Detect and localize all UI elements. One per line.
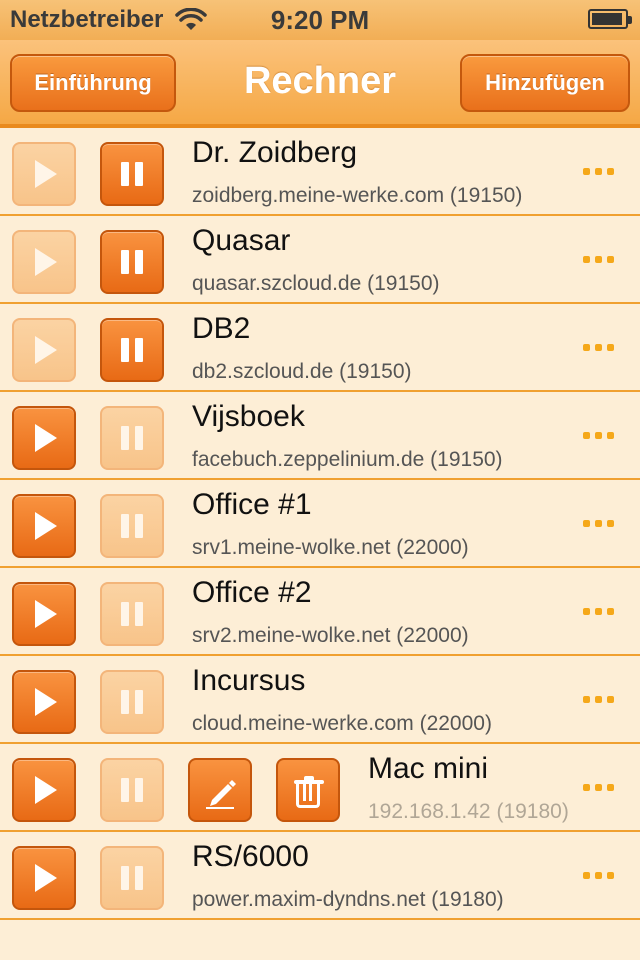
computer-name: Vijsboek — [192, 400, 305, 433]
pause-button[interactable] — [100, 758, 164, 822]
list-item[interactable]: Office #2 srv2.meine-wolke.net (22000) — [0, 568, 640, 656]
play-button[interactable] — [12, 670, 76, 734]
pause-icon — [121, 162, 143, 186]
computer-name: Mac mini — [368, 752, 489, 785]
play-icon — [35, 864, 57, 892]
battery-level — [592, 13, 623, 25]
ellipsis-icon[interactable] — [583, 696, 614, 703]
computer-host: 192.168.1.42 (19180) — [368, 800, 569, 823]
computer-list: Dr. Zoidberg zoidberg.meine-werke.com (19… — [0, 128, 640, 920]
play-icon — [35, 248, 57, 276]
pause-button[interactable] — [100, 582, 164, 646]
pause-icon — [121, 602, 143, 626]
ellipsis-icon[interactable] — [583, 872, 614, 879]
battery-icon — [588, 9, 632, 29]
play-button[interactable] — [12, 846, 76, 910]
play-icon — [35, 336, 57, 364]
play-icon — [35, 424, 57, 452]
computer-host: cloud.meine-werke.com (22000) — [192, 712, 492, 735]
pause-button[interactable] — [100, 230, 164, 294]
pause-icon — [121, 690, 143, 714]
computer-name: Office #2 — [192, 576, 312, 609]
computer-host: zoidberg.meine-werke.com (19150) — [192, 184, 523, 207]
pause-icon — [121, 250, 143, 274]
trash-icon — [296, 780, 320, 808]
play-button[interactable] — [12, 230, 76, 294]
ellipsis-icon[interactable] — [583, 344, 614, 351]
play-icon — [35, 688, 57, 716]
ellipsis-icon[interactable] — [583, 784, 614, 791]
pause-button[interactable] — [100, 142, 164, 206]
computer-host: quasar.szcloud.de (19150) — [192, 272, 440, 295]
computer-host: srv2.meine-wolke.net (22000) — [192, 624, 469, 647]
pause-icon — [121, 778, 143, 802]
play-icon — [35, 776, 57, 804]
pencil-icon — [206, 780, 236, 809]
list-item[interactable]: Quasar quasar.szcloud.de (19150) — [0, 216, 640, 304]
ellipsis-icon[interactable] — [583, 608, 614, 615]
play-button[interactable] — [12, 142, 76, 206]
list-item[interactable]: RS/6000 power.maxim-dyndns.net (19180) — [0, 832, 640, 920]
list-item[interactable]: Mac mini 192.168.1.42 (19180) — [0, 744, 640, 832]
pause-icon — [121, 866, 143, 890]
computer-name: Quasar — [192, 224, 291, 257]
computer-host: power.maxim-dyndns.net (19180) — [192, 888, 504, 911]
list-item[interactable]: Office #1 srv1.meine-wolke.net (22000) — [0, 480, 640, 568]
list-item[interactable]: Vijsboek facebuch.zeppelinium.de (19150) — [0, 392, 640, 480]
play-button[interactable] — [12, 494, 76, 558]
computer-name: Office #1 — [192, 488, 312, 521]
computer-name: Dr. Zoidberg — [192, 136, 358, 169]
pause-button[interactable] — [100, 318, 164, 382]
pause-icon — [121, 514, 143, 538]
play-button[interactable] — [12, 406, 76, 470]
add-button[interactable]: Hinzufügen — [460, 54, 630, 112]
play-button[interactable] — [12, 582, 76, 646]
computer-name: DB2 — [192, 312, 251, 345]
computer-host: srv1.meine-wolke.net (22000) — [192, 536, 469, 559]
ellipsis-icon[interactable] — [583, 432, 614, 439]
list-item[interactable]: Dr. Zoidberg zoidberg.meine-werke.com (19… — [0, 128, 640, 216]
ellipsis-icon[interactable] — [583, 520, 614, 527]
play-button[interactable] — [12, 318, 76, 382]
edit-button[interactable] — [188, 758, 252, 822]
play-icon — [35, 600, 57, 628]
navigation-bar: Einführung Rechner Hinzufügen — [0, 40, 640, 128]
status-time: 9:20 PM — [270, 5, 370, 35]
pause-icon — [121, 338, 143, 362]
play-icon — [35, 160, 57, 188]
computer-host: facebuch.zeppelinium.de (19150) — [192, 448, 503, 471]
list-item[interactable]: DB2 db2.szcloud.de (19150) — [0, 304, 640, 392]
computer-host: db2.szcloud.de (19150) — [192, 360, 412, 383]
pause-button[interactable] — [100, 846, 164, 910]
play-button[interactable] — [12, 758, 76, 822]
pause-button[interactable] — [100, 406, 164, 470]
ellipsis-icon[interactable] — [583, 256, 614, 263]
pause-button[interactable] — [100, 670, 164, 734]
pause-icon — [121, 426, 143, 450]
computer-name: RS/6000 — [192, 840, 309, 873]
status-bar: Netzbetreiber 9:20 PM — [0, 0, 640, 40]
list-item[interactable]: Incursus cloud.meine-werke.com (22000) — [0, 656, 640, 744]
play-icon — [35, 512, 57, 540]
ellipsis-icon[interactable] — [583, 168, 614, 175]
pause-button[interactable] — [100, 494, 164, 558]
computer-name: Incursus — [192, 664, 306, 697]
delete-button[interactable] — [276, 758, 340, 822]
